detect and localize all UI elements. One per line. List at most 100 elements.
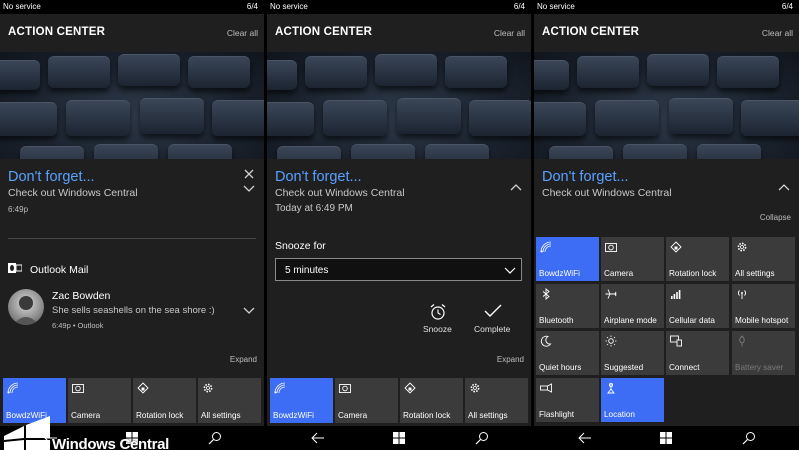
quick-action-airplane-mode[interactable]: Airplane mode [601, 284, 664, 328]
expand-button[interactable]: Expand [230, 355, 257, 364]
keyboard-banner-image [0, 52, 264, 159]
tile-label: All settings [468, 411, 508, 420]
alarm-clock-icon[interactable] [429, 303, 447, 321]
clear-all-button[interactable]: Clear all [762, 28, 793, 38]
outlook-icon [8, 263, 22, 273]
reminder-body: Check out Windows Central [275, 187, 405, 199]
snooze-duration-select[interactable]: 5 minutes [275, 258, 522, 281]
quick-action-all-settings[interactable]: All settings [732, 237, 795, 281]
tile-label: BowdzWiFi [273, 411, 314, 420]
chevron-down-icon[interactable] [242, 303, 256, 317]
quick-action-brightness[interactable]: Suggested [601, 331, 664, 375]
watermark-text: Windows Central [52, 436, 170, 450]
navigation-bar [267, 426, 531, 450]
checkmark-icon[interactable] [484, 302, 502, 320]
search-icon[interactable] [742, 431, 756, 445]
carrier-text: No service [270, 2, 308, 11]
action-center-header: ACTION CENTER Clear all [0, 14, 264, 52]
tile-label: Suggested [604, 363, 644, 372]
phone-screen-notifications: No service 6/4 ACTION CENTER Clear all D… [0, 0, 264, 450]
phone-screen-quick-actions-expanded: No service 6/4 ACTION CENTER Clear all D… [534, 0, 799, 450]
tile-label: Rotation lock [403, 411, 451, 420]
windows-start-icon[interactable] [659, 431, 673, 445]
avatar [8, 289, 44, 325]
navigation-bar [534, 426, 799, 450]
page-title: ACTION CENTER [542, 26, 640, 38]
quick-action-rotation-lock[interactable]: Rotation lock [400, 378, 463, 423]
email-sender[interactable]: Zac Bowden [52, 290, 110, 302]
quick-action-cellular-data[interactable]: Cellular data [666, 284, 729, 328]
battery-text: 6/4 [246, 2, 258, 11]
reminder-title[interactable]: Don't forget... [275, 169, 362, 185]
clear-all-button[interactable]: Clear all [227, 28, 258, 38]
search-icon[interactable] [475, 431, 489, 445]
wifi-icon [540, 241, 552, 253]
quick-action-mobile-hotspot[interactable]: Mobile hotspot [732, 284, 795, 328]
quick-action-location[interactable]: Location [601, 378, 664, 422]
reminder-title[interactable]: Don't forget... [542, 169, 629, 185]
carrier-text: No service [537, 2, 575, 11]
snooze-button[interactable]: Snooze [423, 324, 452, 334]
wifi-icon [274, 382, 286, 394]
quick-action-wifi[interactable]: BowdzWiFi [270, 378, 333, 423]
gear-icon [470, 383, 480, 393]
chevron-up-icon[interactable] [777, 181, 791, 195]
chevron-up-icon[interactable] [509, 181, 523, 195]
action-center-header: ACTION CENTER Clear all [267, 14, 531, 52]
quick-action-flashlight[interactable]: Flashlight [536, 378, 599, 422]
status-bar: No service 6/4 [267, 0, 531, 14]
tile-label: Camera [604, 269, 634, 278]
rotation-lock-icon [670, 241, 682, 253]
gear-icon [203, 383, 213, 393]
expand-button[interactable]: Expand [497, 355, 524, 364]
battery-text: 6/4 [513, 2, 525, 11]
email-meta: 6:49p • Outlook [52, 321, 104, 330]
brightness-icon [605, 335, 617, 347]
keyboard-banner-image [267, 52, 531, 159]
status-bar: No service 6/4 [0, 0, 264, 14]
back-icon[interactable] [578, 431, 592, 445]
snooze-duration-value: 5 minutes [285, 265, 329, 276]
snooze-label: Snooze for [275, 240, 326, 252]
clear-all-button[interactable]: Clear all [494, 28, 525, 38]
quick-action-all-settings[interactable]: All settings [465, 378, 528, 423]
airplane-icon [605, 289, 617, 299]
search-icon[interactable] [208, 431, 222, 445]
reminder-detail-time: Today at 6:49 PM [275, 203, 353, 214]
tile-label: Camera [338, 411, 368, 420]
status-bar: No service 6/4 [534, 0, 799, 14]
complete-button[interactable]: Complete [474, 324, 510, 334]
close-icon[interactable] [242, 167, 256, 181]
reminder-title[interactable]: Don't forget... [8, 169, 95, 185]
email-preview[interactable]: She sells seashells on the sea shore :) [52, 305, 215, 316]
chevron-down-icon [504, 267, 516, 274]
reminder-body: Check out Windows Central [542, 187, 672, 199]
windows-start-icon[interactable] [392, 431, 406, 445]
quick-action-wifi[interactable]: BowdzWiFi [536, 237, 599, 281]
outlook-app-label: Outlook Mail [30, 264, 89, 276]
tile-label: Mobile hotspot [735, 316, 789, 325]
chevron-down-icon[interactable] [242, 181, 256, 195]
quick-action-quiet-hours[interactable]: Quiet hours [536, 331, 599, 375]
notification-divider [8, 238, 256, 239]
tile-label: All settings [201, 411, 241, 420]
quick-action-all-settings[interactable]: All settings [198, 378, 261, 423]
quick-action-bluetooth[interactable]: Bluetooth [536, 284, 599, 328]
tile-label: Bluetooth [539, 316, 574, 325]
quick-action-camera[interactable]: Camera [601, 237, 664, 281]
tile-label: Cellular data [669, 316, 715, 325]
back-icon[interactable] [311, 431, 325, 445]
tile-label: Quiet hours [539, 363, 582, 372]
moon-icon [540, 335, 552, 347]
tile-label: BowdzWiFi [539, 269, 580, 278]
connect-icon [670, 335, 682, 347]
gear-icon [737, 242, 747, 252]
carrier-text: No service [3, 2, 41, 11]
quick-action-rotation-lock[interactable]: Rotation lock [666, 237, 729, 281]
quick-action-battery-saver[interactable]: Battery saver [732, 331, 795, 375]
quick-action-camera[interactable]: Camera [335, 378, 398, 423]
hotspot-icon [738, 290, 746, 299]
flashlight-icon [540, 383, 552, 393]
collapse-button[interactable]: Collapse [760, 213, 791, 222]
quick-action-connect[interactable]: Connect [666, 331, 729, 375]
